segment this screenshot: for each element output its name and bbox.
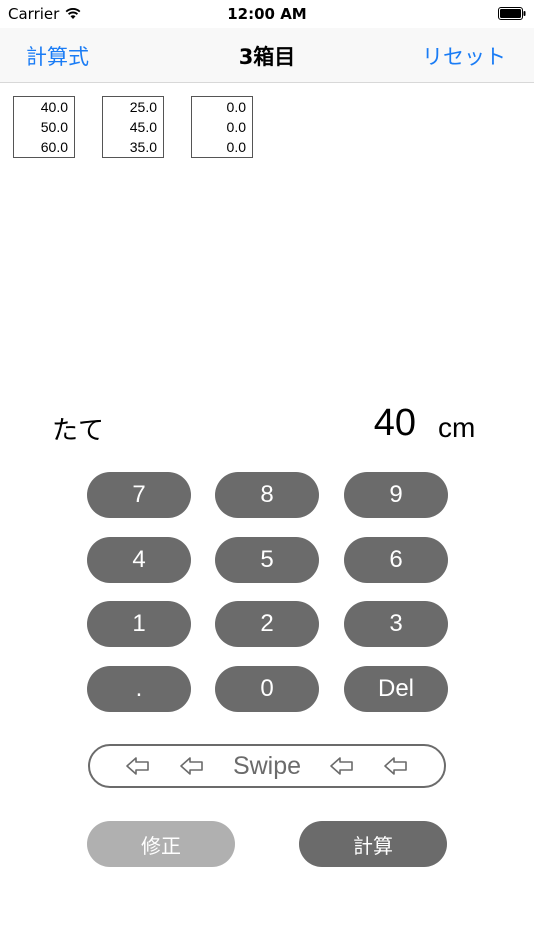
key-decimal[interactable]: . [87, 666, 191, 712]
key-1[interactable]: 1 [87, 601, 191, 647]
box-3-value-3: 0.0 [226, 139, 246, 155]
left-arrow-icon [384, 757, 407, 775]
box-2-value-3: 35.0 [129, 139, 157, 155]
box-1-dimensions: 40.0 50.0 60.0 [13, 96, 75, 158]
unit-label: cm [438, 412, 476, 443]
box-2-value-2: 45.0 [129, 119, 157, 135]
value-display: 40 [373, 402, 416, 444]
box-3-value-1: 0.0 [226, 99, 246, 115]
key-3[interactable]: 3 [344, 601, 448, 647]
key-delete[interactable]: Del [344, 666, 448, 712]
nav-bar: 計算式 3箱目 リセット [0, 28, 534, 83]
swipe-bar[interactable]: Swipe [88, 744, 446, 788]
key-0[interactable]: 0 [215, 666, 319, 712]
box-3-dimensions: 0.0 0.0 0.0 [191, 96, 253, 158]
key-7[interactable]: 7 [87, 472, 191, 518]
box-2-value-1: 25.0 [129, 99, 157, 115]
box-1-value-3: 60.0 [40, 139, 68, 155]
status-bar: Carrier 12:00 AM [0, 0, 534, 28]
key-2[interactable]: 2 [215, 601, 319, 647]
key-6[interactable]: 6 [344, 537, 448, 583]
fix-button[interactable]: 修正 [87, 821, 235, 867]
dimension-label: たて [52, 416, 105, 446]
calculate-button[interactable]: 計算 [299, 821, 447, 867]
box-2-dimensions: 25.0 45.0 35.0 [102, 96, 164, 158]
key-9[interactable]: 9 [344, 472, 448, 518]
left-arrow-icon [330, 757, 353, 775]
reset-button[interactable]: リセット [422, 41, 506, 71]
swipe-label: Swipe [232, 751, 302, 780]
left-arrow-icon [126, 757, 149, 775]
battery-icon [498, 7, 526, 20]
box-1-value-1: 40.0 [40, 99, 68, 115]
status-time: 12:00 AM [227, 5, 307, 23]
key-5[interactable]: 5 [215, 537, 319, 583]
left-arrow-icon [180, 757, 203, 775]
key-4[interactable]: 4 [87, 537, 191, 583]
box-3-value-2: 0.0 [226, 119, 246, 135]
key-8[interactable]: 8 [215, 472, 319, 518]
box-1-value-2: 50.0 [40, 119, 68, 135]
